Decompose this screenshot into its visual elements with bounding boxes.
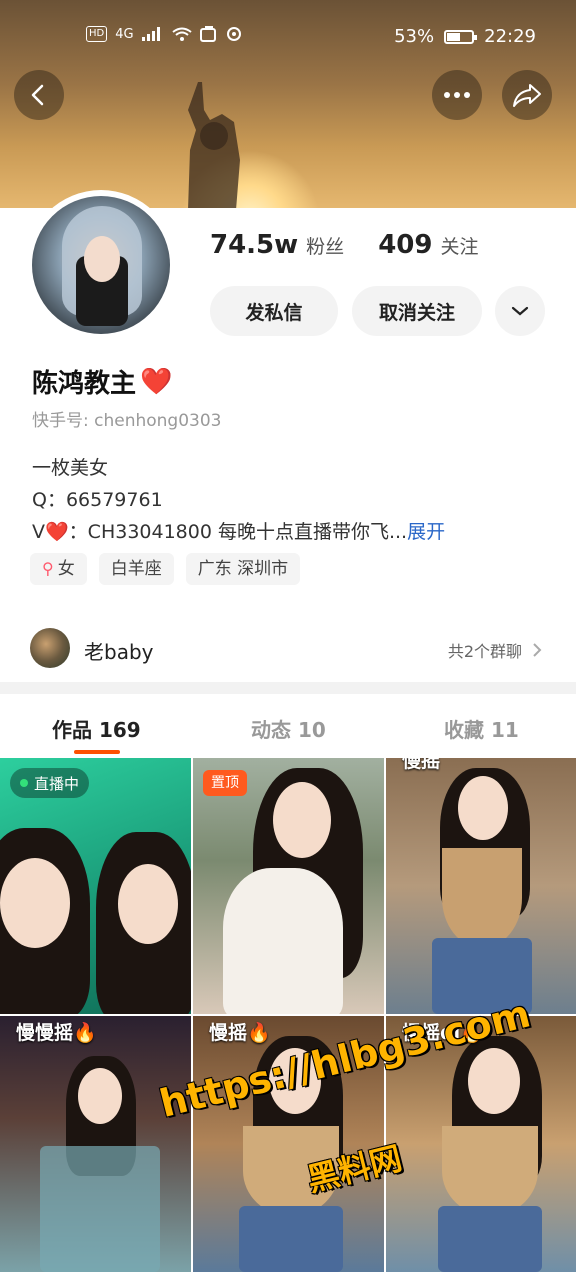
live-badge: 直播中 [10,768,90,798]
battery-icon [444,29,478,44]
following-label: 关注 [440,236,479,258]
tag-zodiac-label: 白羊座 [110,559,162,579]
person-face [273,782,331,858]
live-dot-icon [20,779,28,787]
avatar[interactable] [32,196,170,334]
person-top [223,868,343,1014]
female-icon: ⚲ [42,559,54,578]
group-chat-row[interactable]: 老baby 共2个群聊 [0,618,576,680]
bio-line-3-text: ：CH33041800 每晚十点直播带你飞... [68,521,408,543]
person-jeans [438,1206,542,1272]
bio-line-3: V❤️：CH33041800 每晚十点直播带你飞...展开 [32,516,445,548]
profile-tags: ⚲ 女 白羊座 广东 深圳市 [30,553,301,585]
status-icons: HD 4G [86,26,242,42]
following-count: 409 [378,230,433,260]
expand-recommend-button[interactable] [495,286,545,336]
following-stat[interactable]: 409 关注 [378,230,478,260]
caption-4: 慢慢摇🔥 [16,1022,97,1044]
content-tabs: 作品 169 动态 10 收藏 11 [0,694,576,758]
person-face [118,864,178,944]
tab-works[interactable]: 作品 169 [52,714,141,743]
chevron-down-icon [511,306,529,316]
person-scarf [442,848,522,948]
chevron-right-icon [533,643,542,657]
live-badge-label: 直播中 [34,774,80,793]
group-count: 共2个群聊 [448,638,542,662]
nickname: 陈鸿教主 ❤️ [32,363,172,400]
person-face [78,1068,122,1124]
profile-stats: 74.5w 粉丝 409 关注 [210,230,478,260]
back-button[interactable] [14,70,64,120]
clock: 22:29 [484,26,536,47]
status-bar: HD 4G 53% 22:29 [0,0,576,72]
tag-zodiac: 白羊座 [98,553,174,585]
tag-location-label: 广东 深圳市 [197,559,289,579]
send-message-button[interactable]: 发私信 [210,286,338,336]
group-name: 老baby [84,640,154,664]
tab-moments[interactable]: 动态 10 [251,714,326,743]
unfollow-button[interactable]: 取消关注 [352,286,482,336]
avatar-face [84,236,120,282]
bio-heart-emoji: ❤️ [45,521,69,543]
bio-line-3-prefix: V [32,521,45,543]
chevron-left-icon [31,84,44,106]
more-options-button[interactable] [432,70,482,120]
pinned-badge: 置顶 [203,770,247,796]
caption-5: 慢摇🔥 [209,1022,271,1044]
hd-icon: HD [86,26,108,42]
share-button[interactable] [502,70,552,120]
person-face [468,1048,520,1114]
active-tab-indicator [74,750,120,754]
section-divider [0,682,576,694]
battery-percent: 53% [394,26,435,47]
pool-water [40,1146,160,1272]
status-right: 53% 22:29 [394,26,536,47]
avatar-ring [26,190,176,340]
caption-3: 慢摇 [402,758,441,772]
profile-card: 74.5w 粉丝 409 关注 发私信 取消关注 陈鸿教主 ❤️ 快手号: ch… [0,190,576,682]
bio-line-1: 一枚美女 [32,457,109,479]
person-face [0,858,70,948]
work-item-3[interactable]: 慢摇 [386,758,576,1014]
followers-label: 粉丝 [306,236,345,258]
bio-expand-link[interactable]: 展开 [407,521,445,543]
tag-gender-label: 女 [57,559,75,579]
nickname-text: 陈鸿教主 [32,369,137,399]
person-scarf [442,1126,538,1216]
person-face [458,776,508,840]
kuaishou-id[interactable]: 快手号: chenhong0303 [32,406,222,431]
followers-count: 74.5w [210,230,299,260]
followers-stat[interactable]: 74.5w 粉丝 [210,230,344,260]
wifi-icon [171,27,192,41]
share-icon [513,84,541,107]
battery-fill [447,32,460,41]
tab-favorites[interactable]: 收藏 11 [444,714,519,743]
notification-icon [199,26,216,42]
tag-gender: ⚲ 女 [30,553,87,585]
cover-silhouette [188,82,240,210]
group-avatar [30,628,70,668]
location-icon [226,27,241,41]
heart-emoji: ❤️ [140,366,173,397]
person-jeans [239,1206,343,1272]
work-item-2[interactable]: 置顶 [193,758,384,1014]
bio-line-2: Q：66579761 [32,489,163,511]
work-item-1[interactable]: 直播中 [0,758,191,1014]
network-label: 4G [115,26,134,42]
bio: 一枚美女 Q：66579761 V❤️：CH33041800 每晚十点直播带你飞… [32,452,445,548]
group-count-label: 共2个群聊 [447,642,522,661]
ellipsis-icon [444,92,470,98]
tag-location: 广东 深圳市 [185,553,301,585]
work-item-4[interactable]: 慢慢摇🔥 [0,1016,191,1272]
signal-icon [141,27,160,41]
